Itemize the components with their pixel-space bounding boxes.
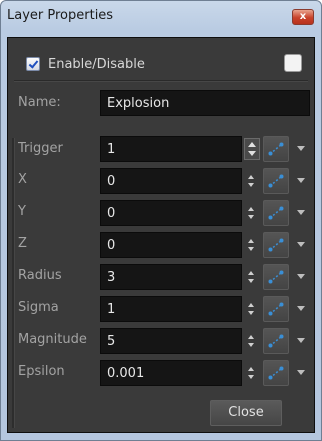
y-spinner[interactable] — [248, 207, 256, 219]
spinner-up-icon[interactable] — [248, 175, 254, 179]
x-field[interactable] — [100, 168, 242, 194]
spinner-down-icon[interactable] — [248, 151, 256, 156]
chevron-down-icon[interactable] — [297, 210, 305, 215]
radius-function-button[interactable] — [263, 264, 289, 290]
magnitude-field[interactable] — [100, 328, 242, 354]
chevron-down-icon[interactable] — [297, 370, 305, 375]
trigger-field[interactable] — [100, 136, 242, 162]
sigma-label: Sigma — [18, 300, 59, 315]
enable-disable-label: Enable/Disable — [48, 57, 145, 72]
name-label: Name: — [18, 95, 61, 110]
z-function-button[interactable] — [263, 232, 289, 258]
properties-panel: Enable/Disable Name: Trigger X Y — [7, 37, 315, 433]
spinner-down-icon[interactable] — [248, 311, 254, 315]
trigger-label: Trigger — [18, 141, 63, 156]
magnitude-function-button[interactable] — [263, 328, 289, 354]
radius-label: Radius — [18, 268, 62, 283]
spinner-down-icon[interactable] — [248, 215, 254, 219]
magnitude-spinner[interactable] — [248, 335, 256, 347]
spinner-up-icon[interactable] — [248, 271, 254, 275]
chevron-down-icon[interactable] — [297, 146, 305, 151]
function-curve-icon — [268, 142, 284, 156]
spinner-up-icon[interactable] — [248, 207, 254, 211]
window-title: Layer Properties — [7, 8, 114, 23]
layer-toggle-checkbox[interactable] — [284, 54, 302, 72]
function-curve-icon — [268, 270, 284, 284]
z-field[interactable] — [100, 232, 242, 258]
function-curve-icon — [268, 334, 284, 348]
epsilon-field[interactable] — [100, 360, 242, 386]
spinner-down-icon[interactable] — [248, 343, 254, 347]
spinner-up-icon[interactable] — [248, 239, 254, 243]
chevron-down-icon[interactable] — [297, 338, 305, 343]
z-spinner[interactable] — [248, 239, 256, 251]
window-close-button[interactable]: x — [292, 9, 314, 25]
name-field[interactable] — [100, 90, 310, 116]
epsilon-function-button[interactable] — [263, 360, 289, 386]
epsilon-label: Epsilon — [18, 364, 65, 379]
x-spinner[interactable] — [248, 175, 256, 187]
sigma-spinner[interactable] — [248, 303, 256, 315]
spinner-up-icon[interactable] — [248, 142, 256, 147]
chevron-down-icon[interactable] — [297, 306, 305, 311]
sigma-field[interactable] — [100, 296, 242, 322]
spinner-up-icon[interactable] — [248, 303, 254, 307]
trigger-spinner[interactable] — [244, 138, 260, 160]
checkbox-checked-icon[interactable] — [26, 57, 40, 71]
trigger-function-button[interactable] — [263, 136, 289, 162]
divider — [14, 80, 308, 82]
chevron-down-icon[interactable] — [297, 242, 305, 247]
divider-vertical — [12, 138, 15, 428]
radius-spinner[interactable] — [248, 271, 256, 283]
spinner-down-icon[interactable] — [248, 375, 254, 379]
radius-field[interactable] — [100, 264, 242, 290]
chevron-down-icon[interactable] — [297, 274, 305, 279]
z-label: Z — [18, 236, 27, 251]
layer-properties-dialog: Layer Properties x Enable/Disable Name: … — [0, 0, 322, 441]
spinner-down-icon[interactable] — [248, 183, 254, 187]
spinner-down-icon[interactable] — [248, 279, 254, 283]
y-field[interactable] — [100, 200, 242, 226]
magnitude-label: Magnitude — [18, 332, 87, 347]
spinner-up-icon[interactable] — [248, 367, 254, 371]
function-curve-icon — [268, 302, 284, 316]
title-bar[interactable]: Layer Properties x — [1, 1, 321, 31]
function-curve-icon — [268, 174, 284, 188]
function-curve-icon — [268, 206, 284, 220]
spinner-down-icon[interactable] — [248, 247, 254, 251]
chevron-down-icon[interactable] — [297, 178, 305, 183]
x-label: X — [18, 172, 27, 187]
sigma-function-button[interactable] — [263, 296, 289, 322]
function-curve-icon — [268, 238, 284, 252]
close-button[interactable]: Close — [210, 400, 282, 426]
x-function-button[interactable] — [263, 168, 289, 194]
y-function-button[interactable] — [263, 200, 289, 226]
y-label: Y — [18, 204, 26, 219]
function-curve-icon — [268, 366, 284, 380]
spinner-up-icon[interactable] — [248, 335, 254, 339]
epsilon-spinner[interactable] — [248, 367, 256, 379]
